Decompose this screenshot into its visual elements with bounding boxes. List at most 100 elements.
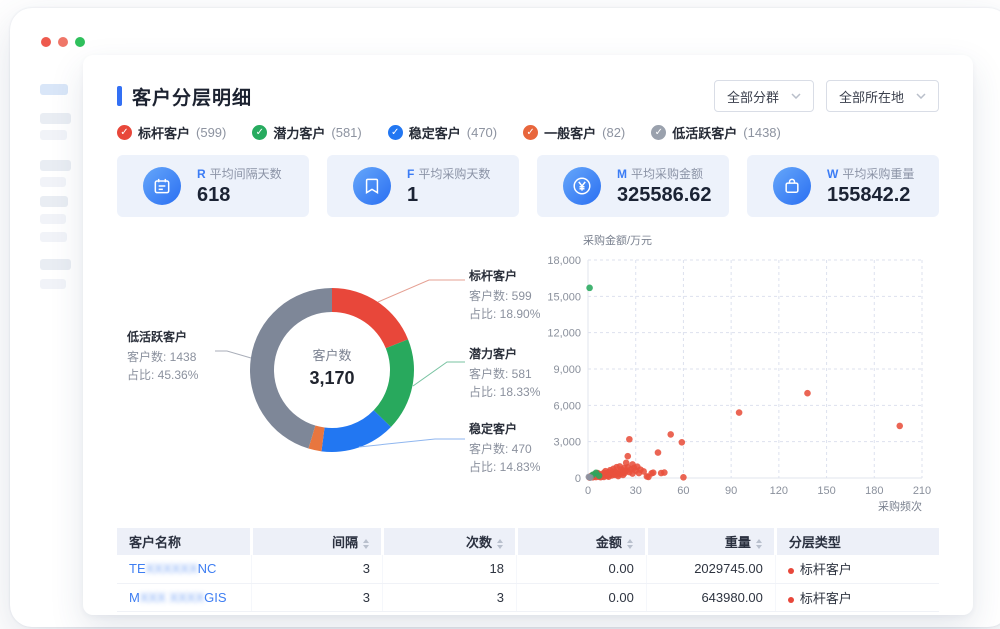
col-header-weight[interactable]: 重量 <box>646 528 775 555</box>
col-header-times[interactable]: 次数 <box>382 528 516 555</box>
col-header-interval[interactable]: 间隔 <box>252 528 383 555</box>
kpi-label: 平均采购重量 <box>842 167 914 181</box>
sort-icon[interactable] <box>363 539 369 549</box>
scatter-chart[interactable]: 采购金额/万元03,0006,0009,00012,00015,00018,00… <box>547 231 939 521</box>
kpi-label: 平均采购天数 <box>418 167 490 181</box>
amount-cell: 0.00 <box>516 555 646 583</box>
legend-count: (82) <box>602 125 625 140</box>
sidebar-skeleton-item <box>40 279 66 289</box>
sidebar-skeleton-item <box>40 130 67 140</box>
maximize-window-icon[interactable] <box>75 37 85 47</box>
group-filter-dropdown[interactable]: 全部分群 <box>714 80 814 112</box>
legend-label: 潜力客户 <box>273 123 325 142</box>
svg-text:0: 0 <box>585 485 591 497</box>
svg-text:客户数: 客户数 <box>312 348 351 363</box>
sort-icon[interactable] <box>627 539 633 549</box>
table-row: MXXX XXXXGIS 3 3 0.00 643980.00 标杆客户 <box>117 583 939 611</box>
kpi-card-recency: R 平均间隔天数 618 <box>117 155 309 217</box>
kpi-letter: R <box>197 167 206 181</box>
svg-text:0: 0 <box>575 473 581 485</box>
segment-type-cell: 标杆客户 <box>775 583 939 611</box>
donut-callout-low-active: 低活跃客户 客户数: 1438 占比: 45.36% <box>127 328 247 384</box>
interval-cell: 3 <box>252 555 383 583</box>
segment-dot-icon <box>788 597 794 603</box>
times-cell: 3 <box>382 583 516 611</box>
sort-icon[interactable] <box>756 539 762 549</box>
legend-item-low-active[interactable]: ✓ 低活跃客户 (1438) <box>651 123 781 142</box>
donut-chart[interactable]: 客户数3,170 标杆客户 客户数: 599 占比: 18.90% 潜力客户 客… <box>117 231 587 521</box>
kpi-value: 325586.62 <box>617 184 712 207</box>
sidebar-skeleton-item <box>40 259 71 270</box>
svg-text:30: 30 <box>630 485 642 497</box>
legend-label: 一般客户 <box>544 123 596 142</box>
svg-text:采购金额/万元: 采购金额/万元 <box>583 233 652 247</box>
legend-count: (1438) <box>743 125 781 140</box>
kpi-card-frequency: F平均采购天数 1 <box>327 155 519 217</box>
segment-legend: ✓ 标杆客户 (599) ✓ 潜力客户 (581) ✓ 稳定客户 (470) ✓… <box>117 123 939 141</box>
customer-segmentation-panel: 客户分层明细 全部分群 全部所在地 ✓ 标杆客户 (599) ✓ <box>83 55 973 615</box>
close-window-icon[interactable] <box>41 37 51 47</box>
col-header-segment-type: 分层类型 <box>775 528 939 555</box>
customer-name-link[interactable]: MXXX XXXXGIS <box>129 590 227 605</box>
kpi-value: 618 <box>197 184 282 207</box>
amount-cell: 0.00 <box>516 583 646 611</box>
window-controls <box>41 37 85 47</box>
svg-text:150: 150 <box>817 485 835 497</box>
col-header-customer-name: 客户名称 <box>117 528 252 555</box>
svg-text:18,000: 18,000 <box>547 255 581 267</box>
legend-label: 标杆客户 <box>138 123 190 142</box>
kpi-value: 1 <box>407 184 490 207</box>
svg-text:120: 120 <box>770 485 788 497</box>
yen-icon <box>563 167 601 205</box>
svg-text:90: 90 <box>725 485 737 497</box>
charts-row: 客户数3,170 标杆客户 客户数: 599 占比: 18.90% 潜力客户 客… <box>117 231 939 526</box>
chevron-down-icon <box>791 93 801 99</box>
times-cell: 18 <box>382 555 516 583</box>
sidebar-skeleton-item <box>40 84 68 95</box>
svg-text:15,000: 15,000 <box>547 291 581 303</box>
weight-cell: 2029745.00 <box>646 555 775 583</box>
check-circle-icon: ✓ <box>651 125 666 140</box>
chevron-down-icon <box>916 93 926 99</box>
table-header-row: 客户名称 间隔 次数 金额 重量 分层类型 <box>117 528 939 555</box>
col-header-amount[interactable]: 金额 <box>516 528 646 555</box>
check-circle-icon: ✓ <box>388 125 403 140</box>
location-filter-label: 全部所在地 <box>839 87 904 106</box>
legend-label: 低活跃客户 <box>672 123 737 142</box>
legend-count: (470) <box>467 125 497 140</box>
table-row: TEXXXXXXNC 3 18 0.00 2029745.00 标杆客户 <box>117 555 939 583</box>
legend-item-general[interactable]: ✓ 一般客户 (82) <box>523 123 625 142</box>
location-filter-dropdown[interactable]: 全部所在地 <box>826 80 939 112</box>
kpi-label: 平均采购金额 <box>631 167 703 181</box>
kpi-cards: R 平均间隔天数 618 F平均采购天数 1 <box>117 155 939 217</box>
title-accent-bar <box>117 86 122 106</box>
interval-cell: 3 <box>252 583 383 611</box>
sidebar-skeleton-item <box>40 196 68 207</box>
svg-text:60: 60 <box>677 485 689 497</box>
sidebar-skeleton-item <box>40 214 66 224</box>
weight-cell: 643980.00 <box>646 583 775 611</box>
sidebar-skeleton-item <box>40 177 66 187</box>
svg-text:6,000: 6,000 <box>553 400 581 412</box>
customer-table: 客户名称 间隔 次数 金额 重量 分层类型 TEXXXXXXNC 3 18 0.… <box>117 528 939 612</box>
legend-label: 稳定客户 <box>409 123 461 142</box>
customer-name-link[interactable]: TEXXXXXXNC <box>129 561 216 576</box>
calendar-icon <box>143 167 181 205</box>
bag-icon <box>773 167 811 205</box>
sort-icon[interactable] <box>497 539 503 549</box>
legend-count: (599) <box>196 125 226 140</box>
group-filter-label: 全部分群 <box>727 87 779 106</box>
legend-item-potential[interactable]: ✓ 潜力客户 (581) <box>252 123 361 142</box>
minimize-window-icon[interactable] <box>58 37 68 47</box>
kpi-letter: W <box>827 167 838 181</box>
kpi-value: 155842.2 <box>827 184 914 207</box>
kpi-card-monetary: M平均采购金额 325586.62 <box>537 155 729 217</box>
legend-item-stable[interactable]: ✓ 稳定客户 (470) <box>388 123 497 142</box>
scatter-chart-svg: 采购金额/万元03,0006,0009,00012,00015,00018,00… <box>547 231 939 521</box>
segment-type-cell: 标杆客户 <box>775 555 939 583</box>
kpi-label: 平均间隔天数 <box>210 167 282 181</box>
check-circle-icon: ✓ <box>523 125 538 140</box>
bookmark-icon <box>353 167 391 205</box>
kpi-card-weight: W 平均采购重量 155842.2 <box>747 155 939 217</box>
legend-item-benchmark[interactable]: ✓ 标杆客户 (599) <box>117 123 226 142</box>
